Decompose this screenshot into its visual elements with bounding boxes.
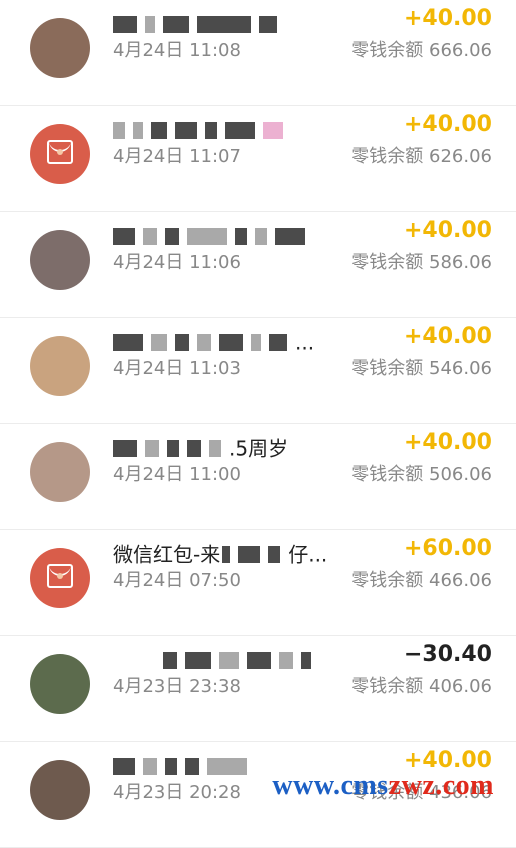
transaction-time: 4月24日 11:03 bbox=[113, 358, 241, 379]
transaction-row[interactable]: ... 4月24日 11:03 +40.00 零钱余额 546.06 bbox=[0, 318, 516, 424]
watermark-part-b: zwz.com bbox=[388, 770, 494, 801]
transaction-time: 4月23日 23:38 bbox=[113, 676, 241, 697]
change-balance: 零钱余额 406.06 bbox=[351, 676, 492, 697]
transaction-amount: +60.00 bbox=[403, 536, 492, 561]
user-avatar bbox=[30, 760, 90, 820]
transaction-time: 4月24日 11:07 bbox=[113, 146, 241, 167]
title-suffix: 仔... bbox=[288, 542, 328, 567]
user-avatar bbox=[30, 654, 90, 714]
change-balance: 零钱余额 546.06 bbox=[351, 358, 492, 379]
user-avatar bbox=[30, 18, 90, 78]
transaction-time: 4月24日 11:06 bbox=[113, 252, 241, 273]
transaction-row[interactable]: 4月23日 23:38 −30.40 零钱余额 406.06 bbox=[0, 636, 516, 742]
transaction-title: .5周岁 bbox=[113, 432, 383, 462]
user-avatar bbox=[30, 442, 90, 502]
change-balance: 零钱余额 586.06 bbox=[351, 252, 492, 273]
transaction-amount: −30.40 bbox=[403, 642, 492, 667]
change-balance: 零钱余额 466.06 bbox=[351, 570, 492, 591]
transaction-time: 4月24日 07:50 bbox=[113, 570, 241, 591]
transaction-title: 微信红包-来 仔... bbox=[113, 538, 383, 568]
transaction-time: 4月23日 20:28 bbox=[113, 782, 241, 803]
transaction-row[interactable]: .5周岁 4月24日 11:00 +40.00 零钱余额 506.06 bbox=[0, 424, 516, 530]
transaction-list: 4月24日 11:08 +40.00 零钱余额 666.06 4月24日 11:… bbox=[0, 0, 516, 848]
transaction-amount: +40.00 bbox=[403, 112, 492, 137]
title-suffix: ... bbox=[295, 330, 315, 355]
site-watermark: www.cmszwz.com bbox=[272, 770, 494, 802]
title-suffix: .5周岁 bbox=[229, 436, 289, 461]
change-balance: 零钱余额 626.06 bbox=[351, 146, 492, 167]
red-packet-icon bbox=[30, 124, 90, 184]
title-prefix: 微信红包-来 bbox=[113, 542, 221, 567]
transaction-row[interactable]: 4月24日 11:08 +40.00 零钱余额 666.06 bbox=[0, 0, 516, 106]
user-avatar bbox=[30, 230, 90, 290]
user-avatar bbox=[30, 336, 90, 396]
transaction-title bbox=[113, 8, 383, 38]
transaction-title bbox=[113, 114, 383, 144]
transaction-amount: +40.00 bbox=[403, 6, 492, 31]
transaction-title bbox=[113, 644, 383, 674]
transaction-title bbox=[113, 220, 383, 250]
change-balance: 零钱余额 506.06 bbox=[351, 464, 492, 485]
red-packet-icon bbox=[30, 548, 90, 608]
transaction-row[interactable]: 4月24日 11:07 +40.00 零钱余额 626.06 bbox=[0, 106, 516, 212]
change-balance: 零钱余额 666.06 bbox=[351, 40, 492, 61]
watermark-part-a: www.cms bbox=[272, 770, 389, 801]
transaction-title: ... bbox=[113, 326, 383, 356]
transaction-row[interactable]: 微信红包-来 仔... 4月24日 07:50 +60.00 零钱余额 466.0… bbox=[0, 530, 516, 636]
transaction-time: 4月24日 11:00 bbox=[113, 464, 241, 485]
transaction-amount: +40.00 bbox=[403, 430, 492, 455]
transaction-amount: +40.00 bbox=[403, 324, 492, 349]
transaction-row[interactable]: 4月24日 11:06 +40.00 零钱余额 586.06 bbox=[0, 212, 516, 318]
transaction-time: 4月24日 11:08 bbox=[113, 40, 241, 61]
transaction-amount: +40.00 bbox=[403, 218, 492, 243]
